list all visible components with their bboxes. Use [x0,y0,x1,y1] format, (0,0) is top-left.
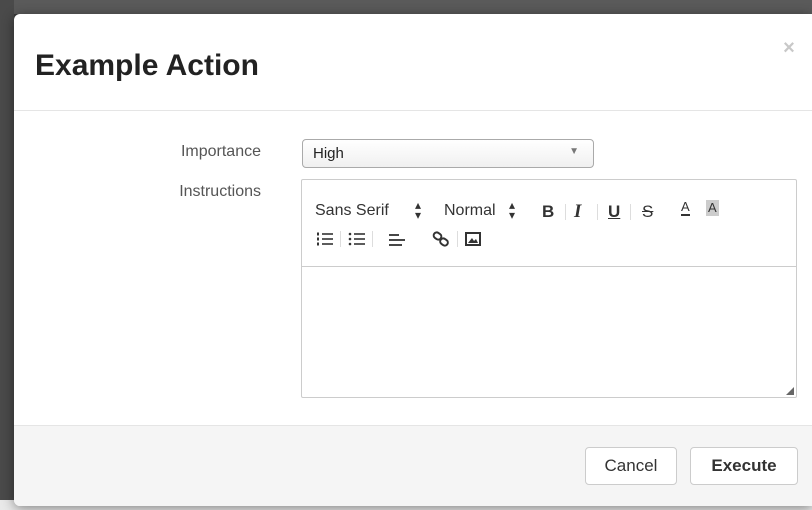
resize-grip-icon[interactable] [786,387,794,395]
strike-button[interactable]: S [642,202,653,222]
instructions-label: Instructions [179,183,261,200]
bold-button[interactable]: B [542,202,554,222]
background-color-button[interactable]: A [706,200,719,216]
toolbar-separator [372,231,373,247]
chevron-down-icon: ▼ [569,146,579,157]
editor-toolbar: Sans Serif ▴ ▾ Normal ▴ ▾ B I U S A A [302,180,796,267]
toolbar-separator [597,204,598,220]
link-icon[interactable] [432,231,450,247]
importance-select[interactable]: High ▼ [302,139,594,168]
font-family-updown-icon[interactable]: ▴ ▾ [415,199,421,221]
instructions-editor: Sans Serif ▴ ▾ Normal ▴ ▾ B I U S A A [301,179,797,398]
example-action-dialog: Example Action × Importance High ▼ Instr… [14,14,812,506]
ordered-list-icon[interactable] [316,231,334,247]
importance-selected-value: High [313,145,344,162]
toolbar-separator [340,231,341,247]
instructions-text-area[interactable] [302,267,796,397]
font-family-label: Sans Serif [315,202,389,219]
font-family-picker[interactable]: Sans Serif [315,202,389,220]
modal-header: Example Action × [14,14,812,111]
toolbar-separator [630,204,631,220]
toolbar-separator [565,204,566,220]
execute-button[interactable]: Execute [690,447,798,485]
underline-button[interactable]: U [608,202,620,222]
importance-label: Importance [180,143,261,160]
font-size-picker[interactable]: Normal [444,202,496,220]
modal-footer: Cancel Execute [14,425,812,506]
modal-title: Example Action [35,49,259,82]
align-icon[interactable] [388,231,406,247]
bullet-list-icon[interactable] [348,231,366,247]
image-icon[interactable] [465,232,481,246]
text-color-button[interactable]: A [681,200,690,216]
font-size-updown-icon[interactable]: ▴ ▾ [509,199,515,221]
close-icon[interactable]: × [779,38,799,58]
toolbar-separator [457,231,458,247]
cancel-button[interactable]: Cancel [585,447,677,485]
font-size-label: Normal [444,202,496,219]
italic-button[interactable]: I [574,201,581,223]
background-page-top [0,0,812,14]
background-page-left [0,0,14,510]
